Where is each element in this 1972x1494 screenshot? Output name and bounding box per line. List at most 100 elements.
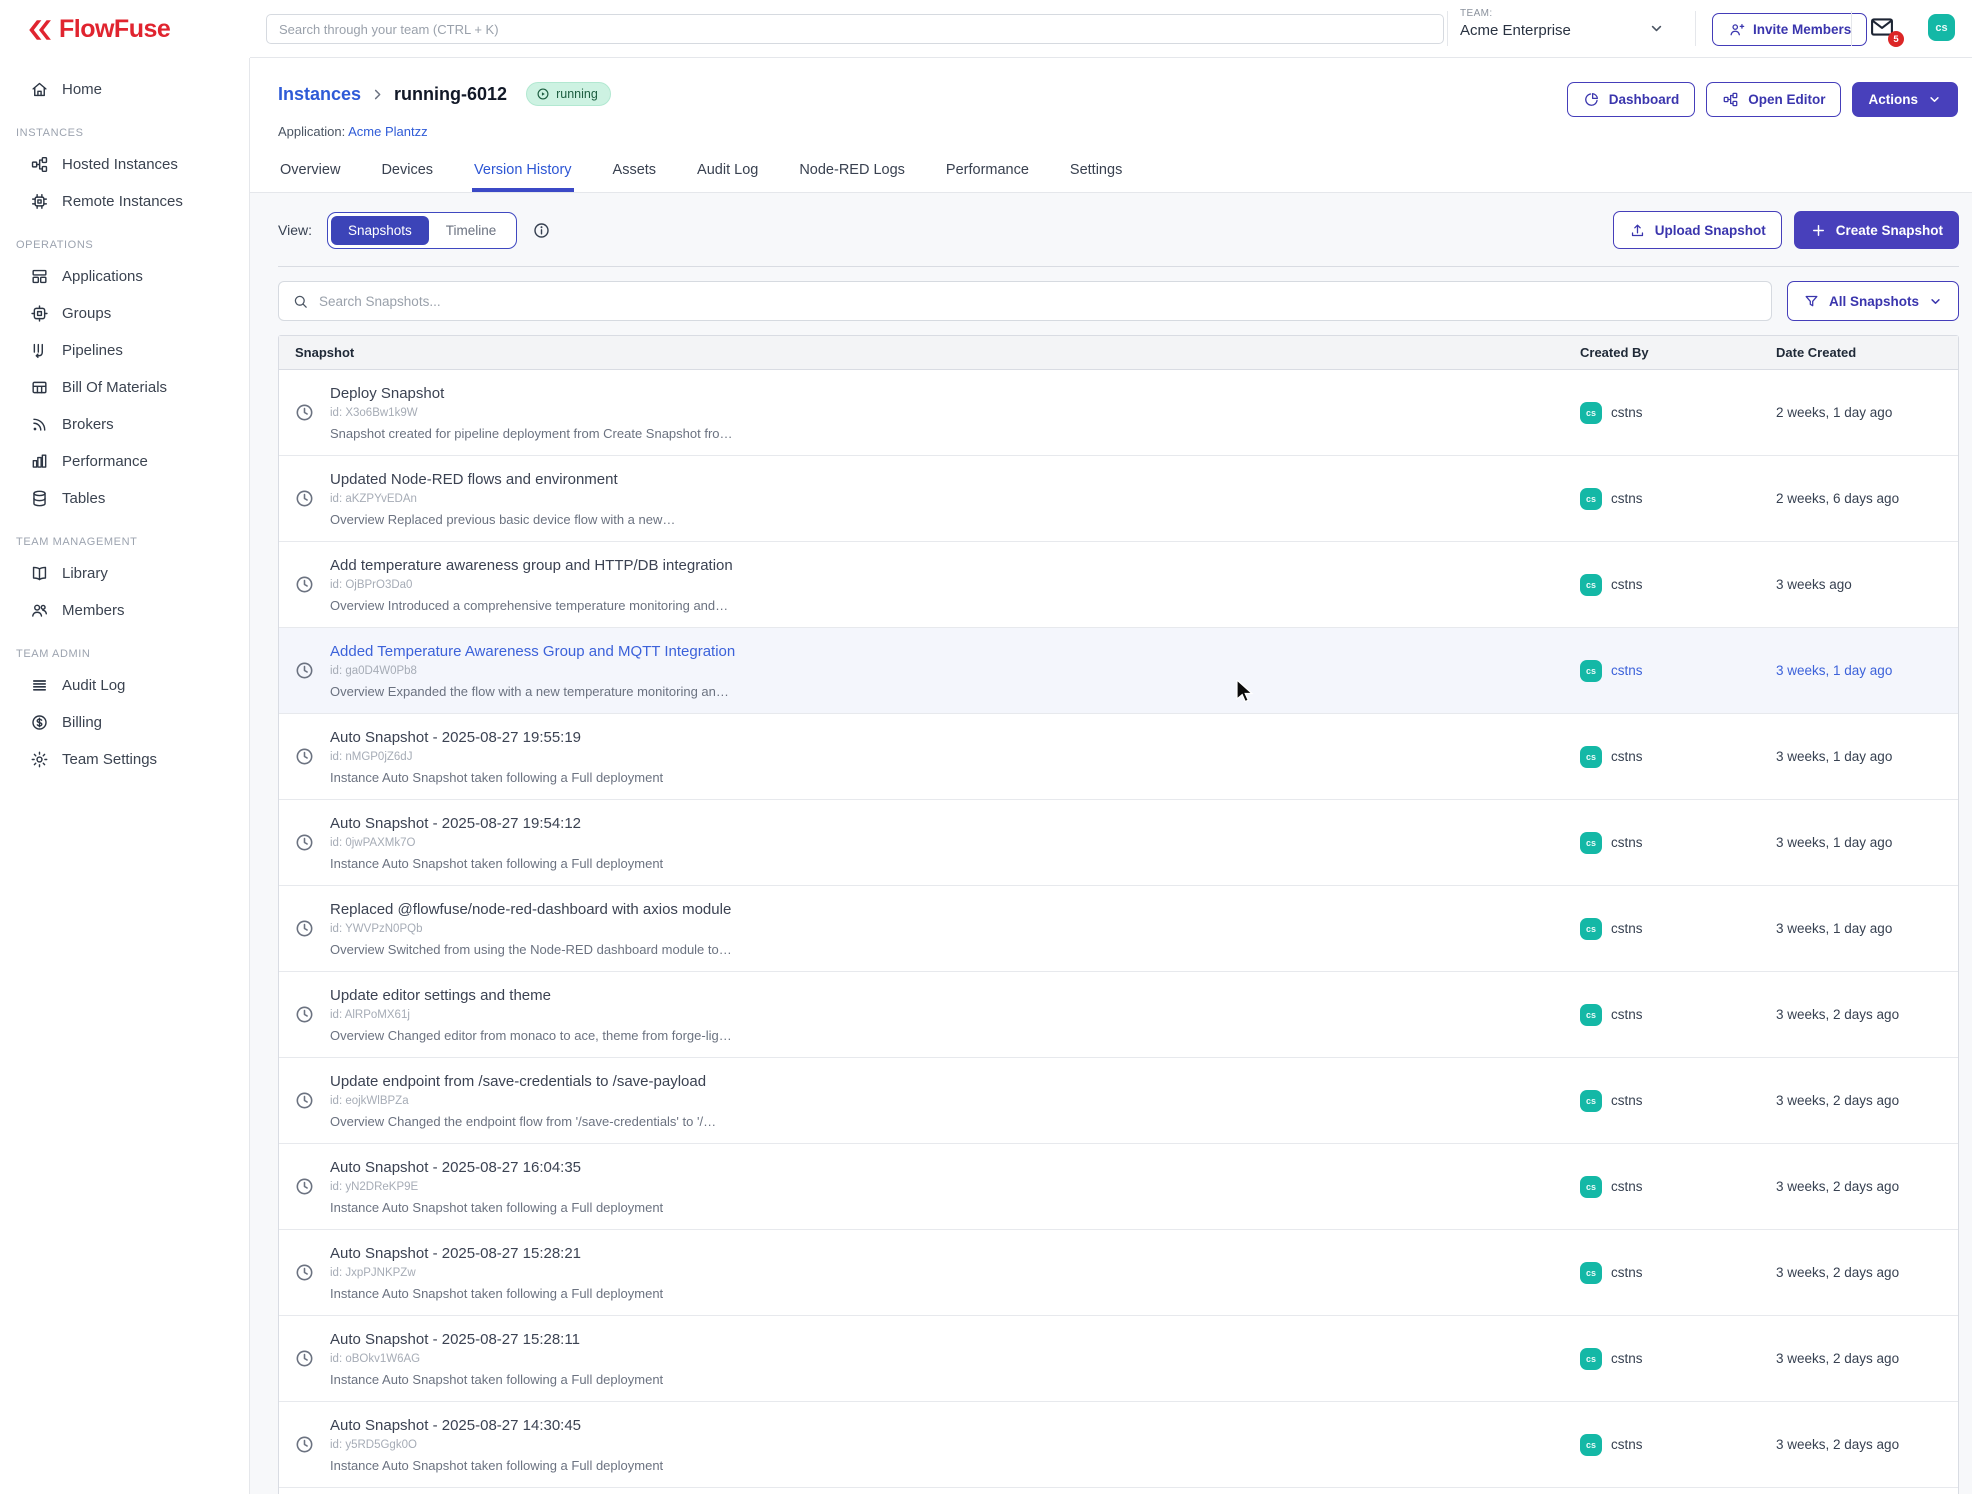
snapshot-row[interactable]: Add HTTP endpoint for saving credentials…	[279, 1488, 1958, 1494]
snapshot-title[interactable]: Auto Snapshot - 2025-08-27 19:54:12	[330, 815, 663, 832]
divider	[1447, 11, 1448, 46]
snapshot-title[interactable]: Auto Snapshot - 2025-08-27 19:55:19	[330, 729, 663, 746]
view-toggle-option[interactable]: Timeline	[429, 216, 514, 245]
application-line: Application: Acme Plantzz	[278, 124, 1958, 139]
sidebar-item-home[interactable]: Home	[0, 71, 249, 108]
sidebar-item[interactable]: Remote Instances	[0, 183, 249, 220]
sidebar-item[interactable]: Performance	[0, 443, 249, 480]
snapshot-row[interactable]: Auto Snapshot - 2025-08-27 19:55:19 id: …	[279, 714, 1958, 800]
view-toggle-option[interactable]: Snapshots	[331, 216, 429, 245]
main-content: Instances running-6012 running Dashboard	[250, 58, 1972, 1494]
sidebar-item[interactable]: Members	[0, 592, 249, 629]
sidebar-item-label: Tables	[62, 490, 105, 507]
team-selector[interactable]: TEAM: Acme Enterprise	[1460, 8, 1670, 39]
divider	[1695, 11, 1696, 46]
sidebar-item[interactable]: Groups	[0, 295, 249, 332]
tab[interactable]: Assets	[611, 156, 659, 192]
breadcrumb-instances-link[interactable]: Instances	[278, 84, 361, 105]
snapshot-title[interactable]: Auto Snapshot - 2025-08-27 15:28:11	[330, 1331, 663, 1348]
snapshot-title[interactable]: Update editor settings and theme	[330, 987, 732, 1004]
tab[interactable]: Node-RED Logs	[797, 156, 907, 192]
sidebar-item[interactable]: Applications	[0, 258, 249, 295]
tab[interactable]: Devices	[379, 156, 435, 192]
actions-label: Actions	[1868, 92, 1918, 107]
snapshot-row[interactable]: Deploy Snapshot id: X3o6Bw1k9W Snapshot …	[279, 370, 1958, 456]
snapshot-row[interactable]: Auto Snapshot - 2025-08-27 16:04:35 id: …	[279, 1144, 1958, 1230]
sidebar-item[interactable]: Audit Log	[0, 667, 249, 704]
snapshot-description: Instance Auto Snapshot taken following a…	[330, 1458, 663, 1473]
created-by-user: cstns	[1611, 1179, 1643, 1194]
tab[interactable]: Performance	[944, 156, 1031, 192]
info-icon[interactable]	[532, 221, 551, 240]
snapshot-title[interactable]: Add temperature awareness group and HTTP…	[330, 557, 733, 574]
sidebar-item[interactable]: Bill Of Materials	[0, 369, 249, 406]
avatar: cs	[1580, 574, 1602, 596]
sidebar-item[interactable]: Brokers	[0, 406, 249, 443]
snapshot-title[interactable]: Auto Snapshot - 2025-08-27 15:28:21	[330, 1245, 663, 1262]
snapshot-title[interactable]: Updated Node-RED flows and environment	[330, 471, 675, 488]
snapshot-row[interactable]: Auto Snapshot - 2025-08-27 15:28:11 id: …	[279, 1316, 1958, 1402]
snapshot-row[interactable]: Auto Snapshot - 2025-08-27 14:30:45 id: …	[279, 1402, 1958, 1488]
snapshot-filter-dropdown[interactable]: All Snapshots	[1787, 281, 1959, 321]
snapshot-description: Instance Auto Snapshot taken following a…	[330, 770, 663, 785]
snapshot-row[interactable]: Replaced @flowfuse/node-red-dashboard wi…	[279, 886, 1958, 972]
snapshot-row[interactable]: Added Temperature Awareness Group and MQ…	[279, 628, 1958, 714]
snapshot-row[interactable]: Add temperature awareness group and HTTP…	[279, 542, 1958, 628]
snapshot-title[interactable]: Added Temperature Awareness Group and MQ…	[330, 643, 735, 660]
performance-icon	[30, 452, 49, 471]
snapshot-title[interactable]: Auto Snapshot - 2025-08-27 16:04:35	[330, 1159, 663, 1176]
snapshot-row[interactable]: Update endpoint from /save-credentials t…	[279, 1058, 1958, 1144]
snapshot-id: id: yN2DReKP9E	[330, 1181, 663, 1193]
user-plus-icon	[1728, 21, 1745, 38]
snapshot-title[interactable]: Replaced @flowfuse/node-red-dashboard wi…	[330, 901, 732, 918]
dashboard-button[interactable]: Dashboard	[1567, 82, 1696, 117]
snapshot-id: id: 0jwPAXMk7O	[330, 837, 663, 849]
clock-icon	[294, 402, 315, 423]
tab[interactable]: Settings	[1068, 156, 1124, 192]
sidebar-item[interactable]: Team Settings	[0, 741, 249, 778]
upload-snapshot-button[interactable]: Upload Snapshot	[1613, 211, 1782, 249]
sidebar-item[interactable]: Billing	[0, 704, 249, 741]
audit-icon	[30, 676, 49, 695]
snapshot-row[interactable]: Updated Node-RED flows and environment i…	[279, 456, 1958, 542]
snapshot-title[interactable]: Update endpoint from /save-credentials t…	[330, 1073, 716, 1090]
snapshot-row[interactable]: Update editor settings and theme id: AlR…	[279, 972, 1958, 1058]
application-link[interactable]: Acme Plantzz	[348, 124, 427, 139]
snapshot-row[interactable]: Auto Snapshot - 2025-08-27 15:28:21 id: …	[279, 1230, 1958, 1316]
created-by-user: cstns	[1611, 405, 1643, 420]
create-snapshot-button[interactable]: Create Snapshot	[1794, 211, 1959, 249]
global-search-input[interactable]	[266, 14, 1444, 44]
sidebar-item[interactable]: Pipelines	[0, 332, 249, 369]
snapshot-title[interactable]: Deploy Snapshot	[330, 385, 733, 402]
create-snapshot-label: Create Snapshot	[1836, 223, 1943, 238]
tab[interactable]: Audit Log	[695, 156, 760, 192]
page-title: running-6012	[394, 84, 507, 105]
sidebar-section-label: OPERATIONS	[0, 220, 249, 258]
flowfuse-logo[interactable]: FlowFuse	[26, 15, 170, 44]
sidebar-item-label: Home	[62, 81, 102, 98]
invite-members-button[interactable]: Invite Members	[1712, 13, 1867, 46]
tab[interactable]: Version History	[472, 156, 574, 192]
hosted-icon	[30, 155, 49, 174]
notifications-button[interactable]: 5	[1868, 13, 1898, 43]
sidebar-item[interactable]: Library	[0, 555, 249, 592]
actions-button[interactable]: Actions	[1852, 82, 1958, 117]
clock-icon	[294, 1090, 315, 1111]
sidebar-item[interactable]: Tables	[0, 480, 249, 517]
tab[interactable]: Overview	[278, 156, 342, 192]
snapshot-title[interactable]: Auto Snapshot - 2025-08-27 14:30:45	[330, 1417, 663, 1434]
open-editor-button[interactable]: Open Editor	[1706, 82, 1841, 117]
snapshot-description: Overview Changed editor from monaco to a…	[330, 1028, 732, 1043]
snapshot-search-input[interactable]	[319, 294, 1758, 309]
topbar: FlowFuse TEAM: Acme Enterprise Invite Me…	[0, 0, 1972, 58]
user-avatar[interactable]: cs	[1928, 14, 1955, 41]
snapshot-row[interactable]: Auto Snapshot - 2025-08-27 19:54:12 id: …	[279, 800, 1958, 886]
application-label: Application:	[278, 124, 345, 139]
date-created: 2 weeks, 1 day ago	[1776, 370, 1958, 455]
created-by-user: cstns	[1611, 663, 1643, 678]
sidebar-item[interactable]: Hosted Instances	[0, 146, 249, 183]
clock-icon	[294, 1004, 315, 1025]
applications-icon	[30, 267, 49, 286]
chevron-down-icon[interactable]	[1648, 20, 1665, 37]
sidebar-section: TEAM MANAGEMENT Library Members	[0, 517, 249, 629]
